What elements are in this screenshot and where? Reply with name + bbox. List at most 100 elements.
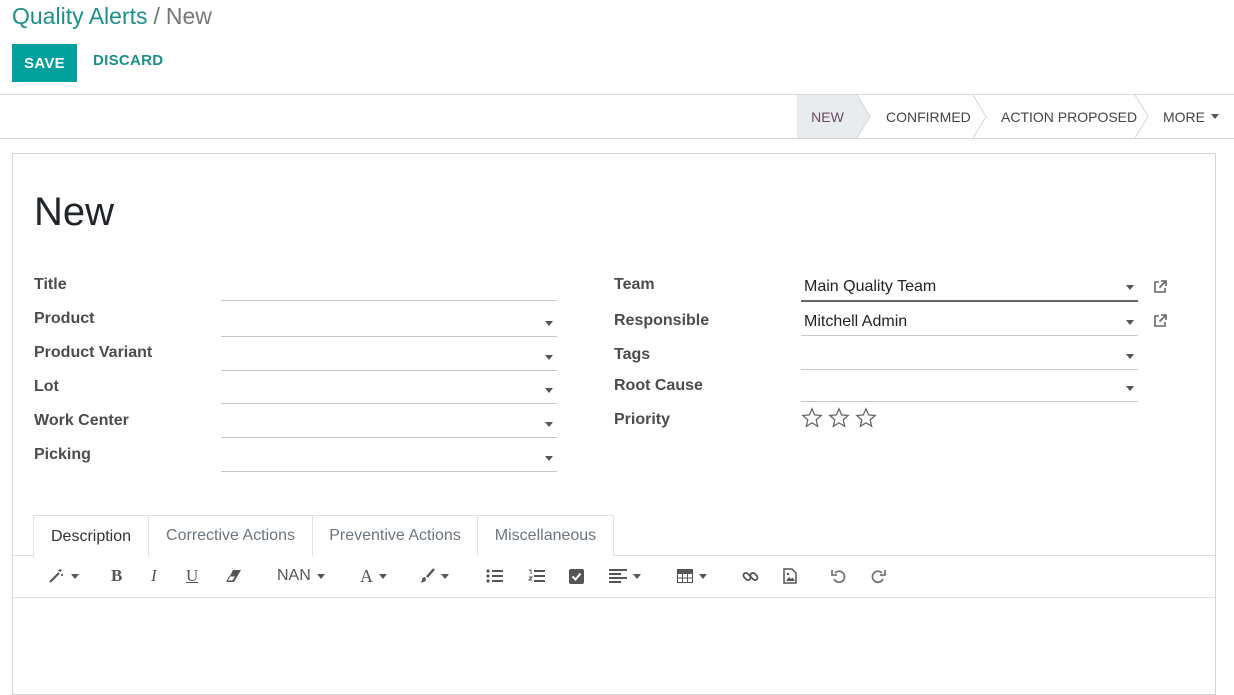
- chevron-down-icon[interactable]: [1126, 354, 1134, 359]
- chevron-down-icon: [71, 573, 79, 579]
- breadcrumb-parent-link[interactable]: Quality Alerts: [12, 3, 148, 29]
- stage-action-proposed-label: ACTION PROPOSED: [1001, 108, 1138, 125]
- product-variant-field[interactable]: [221, 346, 557, 371]
- stage-confirmed[interactable]: CONFIRMED: [886, 95, 971, 138]
- tab-miscellaneous-label: Miscellaneous: [494, 527, 597, 544]
- image-icon: [783, 568, 797, 584]
- team-value: Main Quality Team: [804, 278, 937, 295]
- star-icon[interactable]: [828, 407, 850, 429]
- record-title: New: [34, 190, 115, 234]
- tags-label: Tags: [614, 346, 651, 363]
- root-cause-label: Root Cause: [614, 377, 703, 394]
- table-dropdown[interactable]: [677, 565, 707, 587]
- responsible-field[interactable]: Mitchell Admin: [801, 311, 1138, 336]
- stage-divider-icon: [857, 95, 871, 138]
- unordered-list-icon: [486, 569, 503, 583]
- chevron-down-icon[interactable]: [1126, 285, 1134, 290]
- chevron-down-icon: [316, 573, 325, 579]
- bold-icon: B: [111, 566, 123, 585]
- align-icon: [609, 569, 627, 583]
- style-dropdown[interactable]: [47, 565, 79, 587]
- status-bar: NEW CONFIRMED ACTION PROPOSED MORE: [0, 94, 1234, 139]
- tab-preventive-actions[interactable]: Preventive Actions: [312, 515, 478, 556]
- picking-field[interactable]: [221, 447, 557, 472]
- team-field[interactable]: Main Quality Team: [801, 276, 1138, 302]
- responsible-label: Responsible: [614, 312, 710, 329]
- chevron-down-icon[interactable]: [1126, 386, 1134, 391]
- font-color-icon: A: [360, 565, 373, 586]
- title-label: Title: [34, 276, 67, 293]
- star-icon[interactable]: [855, 407, 877, 429]
- tab-preventive-actions-label: Preventive Actions: [329, 527, 461, 544]
- ordered-list-icon: [528, 569, 545, 582]
- chevron-down-icon: [1211, 114, 1219, 119]
- chevron-down-icon: [441, 573, 449, 579]
- magic-wand-icon: [49, 569, 63, 583]
- stage-divider-icon: [1135, 95, 1149, 138]
- chevron-down-icon[interactable]: [545, 422, 553, 427]
- clear-format-button[interactable]: [225, 565, 243, 587]
- underline-icon: U: [186, 566, 199, 585]
- ordered-list-button[interactable]: [528, 565, 545, 587]
- chevron-down-icon: [379, 573, 387, 579]
- external-link-icon[interactable]: [1152, 313, 1168, 329]
- chevron-down-icon: [699, 573, 707, 579]
- chevron-down-icon[interactable]: [545, 355, 553, 360]
- external-link-icon[interactable]: [1152, 279, 1168, 295]
- breadcrumb-current: New: [165, 3, 212, 29]
- table-icon: [677, 569, 693, 583]
- tab-corrective-actions-label: Corrective Actions: [166, 527, 295, 544]
- eraser-icon: [226, 570, 241, 582]
- background-color-dropdown[interactable]: [419, 565, 449, 587]
- work-center-field[interactable]: [221, 413, 557, 438]
- redo-icon: [871, 569, 886, 583]
- chevron-down-icon: [633, 573, 641, 579]
- save-button[interactable]: SAVE: [12, 44, 77, 82]
- font-color-dropdown[interactable]: A: [360, 565, 387, 587]
- font-size-value: NAN: [277, 567, 311, 584]
- editor-toolbar: B I U NAN A: [13, 556, 1215, 598]
- underline-button[interactable]: U: [186, 565, 198, 587]
- stage-new[interactable]: NEW: [797, 95, 858, 138]
- undo-button[interactable]: [831, 565, 846, 587]
- tab-miscellaneous[interactable]: Miscellaneous: [477, 515, 614, 556]
- lot-field[interactable]: [221, 379, 557, 404]
- title-input[interactable]: [221, 276, 557, 301]
- form-sheet: New Title Product Product Variant Lot Wo…: [12, 153, 1216, 695]
- bold-button[interactable]: B: [111, 565, 122, 587]
- redo-button[interactable]: [871, 565, 886, 587]
- notebook-tabs: Description Corrective Actions Preventiv…: [13, 515, 1215, 557]
- stage-action-proposed[interactable]: ACTION PROPOSED: [1001, 95, 1137, 138]
- stage-new-label: NEW: [811, 108, 844, 125]
- priority-label: Priority: [614, 411, 671, 428]
- root-cause-field[interactable]: [801, 377, 1138, 402]
- lot-label: Lot: [34, 378, 59, 395]
- italic-button[interactable]: I: [151, 565, 157, 587]
- undo-icon: [831, 569, 846, 583]
- chevron-down-icon[interactable]: [545, 388, 553, 393]
- description-editor-area[interactable]: [13, 598, 1215, 694]
- product-label: Product: [34, 310, 95, 327]
- font-size-dropdown[interactable]: NAN: [277, 565, 325, 587]
- insert-link-button[interactable]: [742, 565, 759, 587]
- more-stages-button[interactable]: MORE: [1163, 95, 1219, 138]
- insert-image-button[interactable]: [783, 565, 797, 587]
- tags-field[interactable]: [801, 345, 1138, 370]
- chevron-down-icon[interactable]: [1126, 320, 1134, 325]
- checklist-button[interactable]: [569, 565, 584, 587]
- tab-description-label: Description: [50, 527, 132, 545]
- product-field[interactable]: [221, 312, 557, 337]
- tab-description[interactable]: Description: [33, 515, 149, 557]
- work-center-label: Work Center: [34, 412, 129, 429]
- unordered-list-button[interactable]: [486, 565, 503, 587]
- discard-button[interactable]: DISCARD: [93, 52, 163, 69]
- breadcrumb: Quality Alerts / New: [12, 3, 212, 30]
- star-icon[interactable]: [801, 407, 823, 429]
- link-icon: [742, 571, 759, 581]
- tab-corrective-actions[interactable]: Corrective Actions: [148, 515, 313, 556]
- chevron-down-icon[interactable]: [545, 456, 553, 461]
- align-dropdown[interactable]: [609, 565, 641, 587]
- stage-divider-icon: [973, 95, 987, 138]
- responsible-value: Mitchell Admin: [804, 313, 908, 330]
- chevron-down-icon[interactable]: [545, 321, 553, 326]
